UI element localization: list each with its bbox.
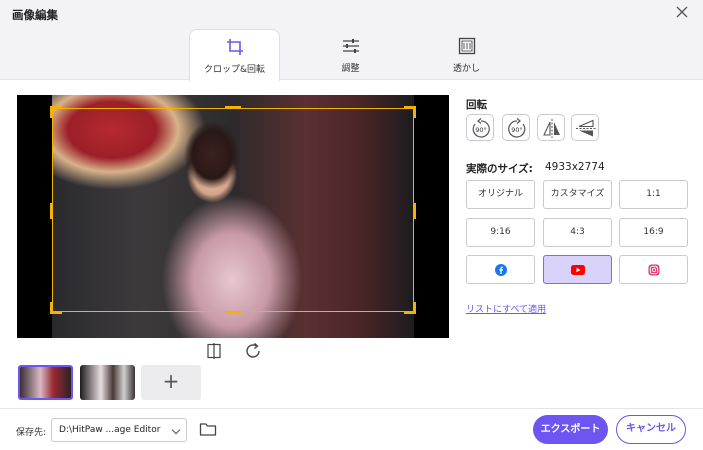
- instagram-icon: [648, 264, 659, 275]
- reset-rotate-icon[interactable]: [245, 343, 263, 359]
- rotate-left-icon: 90°: [472, 118, 490, 138]
- flip-vertical-button[interactable]: [571, 114, 599, 141]
- actual-size-value: 4933x2774: [545, 161, 605, 173]
- crop-handle-top-right[interactable]: [404, 106, 416, 118]
- facebook-icon: [494, 263, 507, 276]
- crop-icon: [226, 39, 243, 55]
- flip-horizontal-icon: [543, 119, 560, 138]
- rotate-right-button[interactable]: 90°: [502, 114, 530, 141]
- tab-watermark[interactable]: 透かし: [421, 29, 512, 80]
- ratio-16-9-button[interactable]: 16:9: [619, 218, 688, 247]
- thumbnail-image: [80, 365, 135, 400]
- thumbnail-2[interactable]: [80, 365, 135, 400]
- save-path-select[interactable]: D:\HitPaw ...age Editor: [51, 418, 187, 442]
- thumbnail-1[interactable]: [18, 365, 73, 400]
- thumbnail-image: [20, 367, 71, 398]
- tab-adjust[interactable]: 調整: [305, 29, 396, 80]
- rotate-right-icon: 90°: [508, 118, 526, 138]
- crop-handle-bottom-right[interactable]: [404, 302, 416, 314]
- chevron-down-icon: [171, 425, 181, 435]
- apply-to-all-link[interactable]: リストにすべて適用: [466, 302, 546, 315]
- add-image-button[interactable]: +: [141, 365, 201, 400]
- rotate-right-label: 90°: [511, 126, 523, 134]
- youtube-icon: [570, 264, 585, 275]
- rotate-left-button[interactable]: 90°: [466, 114, 494, 141]
- ratio-9-16-button[interactable]: 9:16: [466, 218, 535, 247]
- ratio-4-3-button[interactable]: 4:3: [543, 218, 612, 247]
- tab-crop-rotate[interactable]: クロップ&回転: [189, 29, 280, 81]
- ratio-1-1-button[interactable]: 1:1: [619, 180, 688, 209]
- tab-label: 調整: [341, 64, 360, 74]
- crop-frame[interactable]: [50, 106, 416, 314]
- crop-handle-left[interactable]: [50, 203, 53, 219]
- crop-handle-right[interactable]: [413, 203, 416, 219]
- title-bar: 画像編集 クロップ&回転 調整 透かし: [0, 0, 703, 81]
- crop-handle-top[interactable]: [225, 106, 241, 109]
- save-path-value: D:\HitPaw ...age Editor: [59, 425, 161, 435]
- ratio-original-button[interactable]: オリジナル: [466, 180, 535, 209]
- crop-handle-bottom-left[interactable]: [50, 302, 62, 314]
- image-preview[interactable]: [17, 95, 449, 338]
- crop-handle-top-left[interactable]: [50, 106, 62, 118]
- cancel-button[interactable]: キャンセル: [616, 415, 686, 444]
- rotate-left-label: 90°: [475, 126, 487, 134]
- window-title: 画像編集: [12, 8, 58, 22]
- flip-horizontal-button[interactable]: [537, 114, 565, 141]
- watermark-icon: [458, 37, 475, 55]
- ratio-youtube-button[interactable]: [543, 255, 612, 284]
- close-icon[interactable]: [675, 5, 689, 19]
- export-button[interactable]: エクスポート: [533, 415, 608, 444]
- compare-icon[interactable]: [205, 343, 223, 359]
- crop-handle-bottom[interactable]: [225, 311, 241, 314]
- sliders-icon: [342, 39, 359, 53]
- flip-vertical-icon: [576, 119, 596, 137]
- ratio-custom-button[interactable]: カスタマイズ: [543, 180, 612, 209]
- actual-size-label: 実際のサイズ:: [466, 163, 533, 175]
- rotate-title: 回転: [466, 99, 487, 111]
- ratio-facebook-button[interactable]: [466, 255, 535, 284]
- ratio-instagram-button[interactable]: [619, 255, 688, 284]
- tab-label: クロップ&回転: [203, 65, 266, 75]
- tab-label: 透かし: [452, 64, 480, 74]
- save-location-label: 保存先:: [16, 428, 47, 438]
- folder-icon[interactable]: [199, 421, 217, 437]
